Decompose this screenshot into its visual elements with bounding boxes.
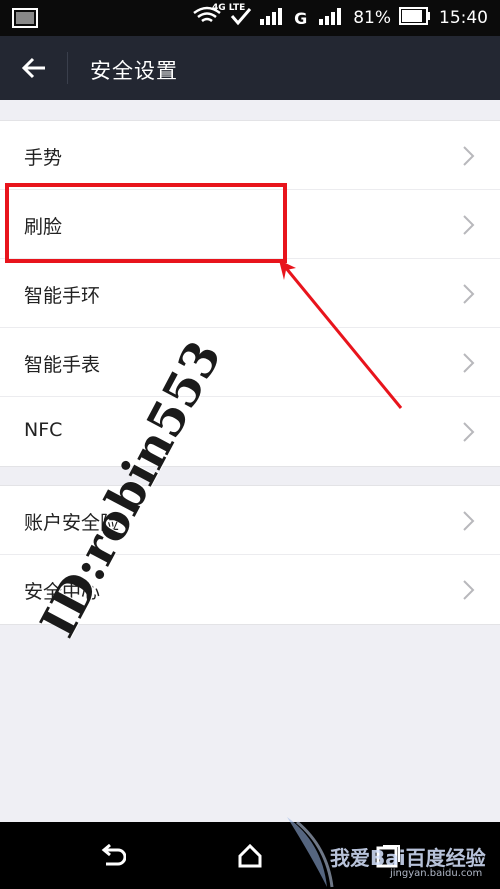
signal-icon	[260, 7, 286, 30]
back-arrow-icon	[21, 57, 45, 79]
chevron-right-icon	[463, 284, 475, 304]
chevron-right-icon	[463, 580, 475, 600]
row-nfc[interactable]: NFC	[0, 397, 500, 466]
baidu-watermark: 我爱Bai百度经验	[330, 846, 486, 870]
chevron-right-icon	[463, 215, 475, 235]
nav-back-button[interactable]	[92, 840, 132, 872]
row-label: 智能手表	[24, 354, 101, 376]
row-gesture[interactable]: 手势	[0, 121, 500, 190]
baidu-watermark-url: jingyan.baidu.com	[390, 868, 483, 879]
row-label: 手势	[24, 147, 63, 169]
wifi-icon	[192, 5, 222, 32]
row-label: 智能手环	[24, 285, 101, 307]
chevron-right-icon	[463, 511, 475, 531]
highlight-box	[5, 183, 287, 263]
page-title: 安全设置	[90, 59, 178, 83]
row-smart-watch[interactable]: 智能手表	[0, 328, 500, 397]
back-button[interactable]	[14, 50, 54, 86]
clock: 15:40	[439, 8, 488, 28]
nav-home-button[interactable]	[230, 840, 270, 872]
header-divider	[67, 52, 68, 84]
battery-percent: 81%	[353, 8, 391, 28]
signal-2-icon	[315, 7, 345, 30]
network-g-label: G	[294, 8, 308, 28]
settings-group-1: 手势 刷脸 智能手环 智能手表 NFC	[0, 120, 500, 467]
row-smart-band[interactable]: 智能手环	[0, 259, 500, 328]
nav-back-icon	[101, 844, 126, 866]
battery-icon	[399, 6, 431, 30]
status-bar: 4G LTE G 81% 15:40	[0, 0, 500, 36]
chevron-right-icon	[463, 422, 475, 442]
app-header: 安全设置	[0, 36, 500, 100]
gallery-notification-icon	[12, 8, 38, 32]
home-icon	[238, 844, 262, 868]
chevron-right-icon	[463, 146, 475, 166]
row-label: NFC	[24, 419, 63, 441]
check-icon	[230, 6, 252, 31]
chevron-right-icon	[463, 353, 475, 373]
